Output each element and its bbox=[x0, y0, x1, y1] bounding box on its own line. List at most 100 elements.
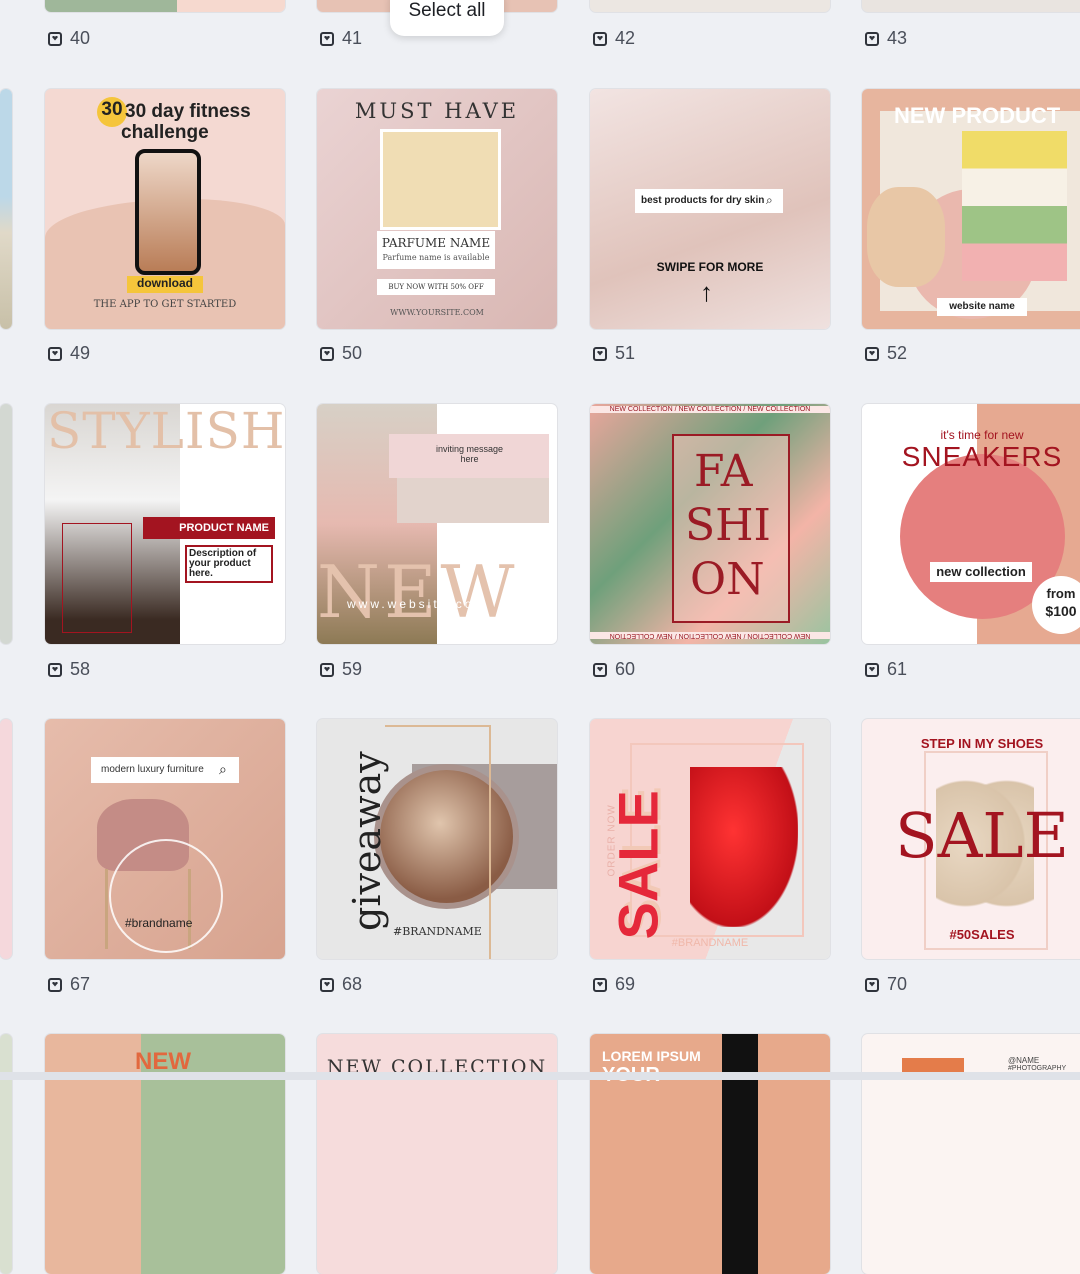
page-number-41: 41 bbox=[320, 28, 362, 49]
thumbnail-page-50[interactable]: MUST HAVE PARFUME NAME Parfume name is a… bbox=[317, 89, 557, 329]
page-number-68: 68 bbox=[320, 974, 362, 995]
brand: #BRANDNAME bbox=[671, 937, 749, 949]
page-icon bbox=[320, 31, 334, 46]
thumbnail-next-1[interactable]: NEW bbox=[45, 1034, 285, 1274]
product-label: PRODUCT NAME bbox=[143, 517, 275, 539]
thumbnail-page-69[interactable]: SALE ORDER NOW #BRANDNAME bbox=[590, 719, 830, 959]
top-band: NEW COLLECTION / NEW COLLECTION / NEW CO… bbox=[590, 406, 830, 413]
line-1: LOREM IPSUM bbox=[602, 1048, 701, 1064]
thumbnail-page-68[interactable]: giveaway #BRANDNAME bbox=[317, 719, 557, 959]
search-icon: ⌕ bbox=[766, 193, 773, 207]
heel-photo bbox=[690, 767, 798, 927]
download-button: download bbox=[127, 276, 203, 293]
page-number-67: 67 bbox=[48, 974, 90, 995]
page-icon bbox=[593, 662, 607, 677]
badge-number: 30 bbox=[101, 99, 123, 120]
page-icon bbox=[865, 31, 879, 46]
thumbnail-partial-left[interactable] bbox=[0, 89, 12, 329]
thumbnail-page-49[interactable]: 30 30 day fitness challenge download THE… bbox=[45, 89, 285, 329]
select-all-button[interactable]: Select all bbox=[390, 0, 504, 36]
arrow-up-icon: ↑ bbox=[700, 277, 713, 307]
thumbnail-page-59[interactable]: inviting message here NEW www.website.co… bbox=[317, 404, 557, 644]
thumbnail-page-43[interactable] bbox=[862, 0, 1080, 12]
title: NEW PRODUCT bbox=[894, 103, 1061, 128]
page-icon bbox=[320, 346, 334, 361]
page-number-42: 42 bbox=[593, 28, 635, 49]
page-number-51: 51 bbox=[593, 343, 635, 364]
title-line-1: 30 day fitness bbox=[125, 101, 251, 122]
thumbnail-partial-left[interactable] bbox=[0, 1034, 12, 1274]
portrait-photo bbox=[867, 187, 945, 287]
thumbnail-next-2[interactable]: NEW COLLECTION bbox=[317, 1034, 557, 1274]
vertical-title: giveaway bbox=[345, 751, 389, 931]
thumbnail-partial-left[interactable] bbox=[0, 719, 12, 959]
thumbnail-partial-left[interactable] bbox=[0, 404, 12, 644]
brand: #BRANDNAME bbox=[393, 925, 482, 938]
page-number-43: 43 bbox=[865, 28, 907, 49]
horizontal-scrollbar[interactable] bbox=[0, 1072, 1080, 1080]
pen-photo bbox=[397, 478, 549, 523]
page-number-70: 70 bbox=[865, 974, 907, 995]
page-number-40: 40 bbox=[48, 28, 90, 49]
thumbnail-page-52[interactable]: NEW PRODUCT website name bbox=[862, 89, 1080, 329]
thumbnail-page-51[interactable]: best products for dry skin ⌕ SWIPE FOR M… bbox=[590, 89, 830, 329]
description: Description of your product here. bbox=[185, 545, 273, 583]
gold-line bbox=[385, 725, 491, 959]
product-photo bbox=[380, 129, 501, 230]
page-number-50: 50 bbox=[320, 343, 362, 364]
website-name: website name bbox=[937, 298, 1027, 316]
thumbnail-page-40[interactable] bbox=[45, 0, 285, 12]
outline-box bbox=[62, 523, 132, 633]
search-text: best products for dry skin bbox=[641, 195, 765, 206]
page-number-49: 49 bbox=[48, 343, 90, 364]
page-icon bbox=[48, 31, 62, 46]
page-number-52: 52 bbox=[865, 343, 907, 364]
buy-now: BUY NOW WITH 50% OFF bbox=[377, 279, 495, 295]
page-icon bbox=[593, 977, 607, 992]
price-value: $100 bbox=[1045, 603, 1077, 619]
thumbnail-page-60[interactable]: NEW COLLECTION / NEW COLLECTION / NEW CO… bbox=[590, 404, 830, 644]
website: WWW.YOURSITE.COM bbox=[390, 308, 484, 317]
thumbnail-page-58[interactable]: STYLISH PRODUCT NAME Description of your… bbox=[45, 404, 285, 644]
page-icon bbox=[48, 346, 62, 361]
title: MUST HAVE bbox=[354, 99, 520, 123]
page-number-60: 60 bbox=[593, 659, 635, 680]
page-number-59: 59 bbox=[320, 659, 362, 680]
thumbnail-next-4[interactable]: @NAME #PHOTOGRAPHY bbox=[862, 1034, 1080, 1274]
message: inviting message here bbox=[435, 444, 504, 464]
page-icon bbox=[48, 977, 62, 992]
title-line-1: FA bbox=[694, 446, 753, 497]
hashtag: #50SALES bbox=[949, 927, 1015, 942]
thumbnail-page-70[interactable]: STEP IN MY SHOES SALE #50SALES bbox=[862, 719, 1080, 959]
page-number-58: 58 bbox=[48, 659, 90, 680]
page-number-61: 61 bbox=[865, 659, 907, 680]
page-icon bbox=[593, 31, 607, 46]
search-icon: ⌕ bbox=[219, 761, 227, 777]
name-text: @NAME bbox=[1008, 1056, 1040, 1065]
photo-text: #PHOTOGRAPHY bbox=[1008, 1065, 1067, 1072]
sale-text: SALE bbox=[895, 799, 1069, 872]
price-from: from bbox=[1046, 586, 1076, 601]
page-icon bbox=[320, 977, 334, 992]
page-icon bbox=[865, 977, 879, 992]
page-icon bbox=[320, 662, 334, 677]
product-sub: Parfume name is available bbox=[382, 253, 490, 262]
bottom-band: NEW COLLECTION / NEW COLLECTION / NEW CO… bbox=[590, 632, 830, 639]
thumbnail-page-67[interactable]: modern luxury furniture ⌕ #brandname bbox=[45, 719, 285, 959]
page-icon bbox=[865, 346, 879, 361]
thumbnail-page-42[interactable] bbox=[590, 0, 830, 12]
product-name: PARFUME NAME bbox=[381, 236, 491, 250]
title-line-2: SHI bbox=[685, 500, 771, 551]
thumbnail-next-3[interactable]: LOREM IPSUM YOUR bbox=[590, 1034, 830, 1274]
top-text: STEP IN MY SHOES bbox=[920, 736, 1044, 751]
ring bbox=[109, 839, 223, 953]
thumbnail-page-61[interactable]: it's time for new SNEAKERS new collectio… bbox=[862, 404, 1080, 644]
footer-text: THE APP TO GET STARTED bbox=[93, 299, 237, 310]
box-stack bbox=[962, 131, 1067, 281]
search-text: modern luxury furniture bbox=[101, 764, 204, 775]
small-text: it's time for new bbox=[940, 428, 1024, 442]
website: www.website.com bbox=[347, 597, 488, 611]
big-text: SNEAKERS bbox=[901, 441, 1063, 472]
page-icon bbox=[48, 662, 62, 677]
order-now: ORDER NOW bbox=[606, 804, 618, 877]
